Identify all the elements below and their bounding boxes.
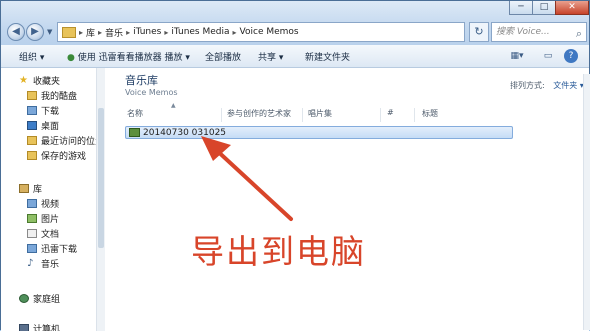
music-icon: ♪ — [27, 259, 37, 268]
view-options-icon[interactable]: ▦▾ — [506, 49, 528, 63]
search-input[interactable]: 搜索 Voice... ⌕ — [491, 22, 587, 42]
column-divider[interactable] — [302, 108, 303, 122]
column-header-album[interactable]: 唱片集 — [308, 108, 332, 122]
nav-label: 保存的游戏 — [41, 149, 86, 162]
nav-label: 桌面 — [41, 119, 59, 132]
star-icon: ★ — [19, 76, 29, 85]
play-with-label: 使用 迅雷看看播放器 播放 ▾ — [78, 53, 190, 63]
column-divider[interactable] — [221, 108, 222, 122]
back-button[interactable]: ◀ — [7, 23, 25, 41]
nav-item[interactable]: 视频 — [27, 197, 59, 209]
search-icon[interactable]: ⌕ — [576, 25, 582, 42]
nav-item[interactable]: 下载 — [27, 104, 59, 116]
address-bar[interactable]: ▸ 库 ▸ 音乐 ▸ iTunes ▸ iTunes Media ▸ Voice… — [57, 22, 465, 42]
export-caption: 导出到电脑 — [191, 225, 366, 273]
nav-homegroup[interactable]: 家庭组 — [19, 292, 60, 304]
nav-label: 下载 — [41, 104, 59, 117]
share-button[interactable]: 共享 ▾ — [258, 50, 283, 63]
homegroup-icon — [19, 294, 29, 303]
history-dropdown-icon[interactable]: ▼ — [47, 28, 52, 36]
nav-item[interactable]: 文档 — [27, 227, 59, 239]
close-button[interactable]: ✕ — [555, 1, 589, 15]
nav-item[interactable]: 保存的游戏 — [27, 149, 86, 161]
search-placeholder: 搜索 Voice... — [496, 27, 550, 37]
organize-button[interactable]: 组织 ▾ — [19, 50, 44, 63]
nav-label: 库 — [33, 182, 42, 195]
nav-label: 我的酷盘 — [41, 89, 77, 102]
column-header-number[interactable]: # — [387, 108, 394, 122]
nav-item[interactable]: 我的酷盘 — [27, 89, 77, 101]
folder-icon — [62, 27, 76, 38]
column-divider[interactable] — [414, 108, 415, 122]
file-row[interactable]: 20140730 031025 — [125, 126, 513, 139]
column-divider[interactable] — [380, 108, 381, 122]
scroll-thumb[interactable] — [98, 108, 104, 248]
nav-libraries[interactable]: 库 — [19, 182, 42, 194]
nav-favorites[interactable]: ★ 收藏夹 — [19, 74, 60, 86]
play-all-button[interactable]: 全部播放 — [205, 50, 241, 63]
chevron-right-icon: ▸ — [126, 28, 130, 37]
column-header-artist[interactable]: 参与创作的艺术家 — [227, 108, 291, 122]
nav-item[interactable]: 桌面 — [27, 119, 59, 131]
nav-label: 音乐 — [41, 257, 59, 270]
thunder-download-icon — [27, 244, 37, 253]
document-icon — [27, 229, 37, 238]
chevron-right-icon: ▸ — [164, 28, 168, 37]
new-folder-button[interactable]: 新建文件夹 — [305, 50, 350, 63]
preview-pane-icon[interactable]: ▭ — [540, 49, 556, 63]
maximize-button[interactable]: □ — [532, 1, 556, 15]
title-bar: ─ □ ✕ ◀ ▶ ▼ ▸ 库 ▸ 音乐 ▸ iTunes ▸ iTunes M… — [1, 1, 589, 45]
nav-label: 迅雷下载 — [41, 242, 77, 255]
command-bar: 组织 ▾ ● 使用 迅雷看看播放器 播放 ▾ 全部播放 共享 ▾ 新建文件夹 ▦… — [1, 45, 589, 68]
nav-item[interactable]: ♪ 音乐 — [27, 257, 59, 269]
nav-label: 视频 — [41, 197, 59, 210]
nav-item[interactable]: 迅雷下载 — [27, 242, 77, 254]
breadcrumb-item[interactable]: 音乐 — [105, 26, 123, 39]
explorer-window: ─ □ ✕ ◀ ▶ ▼ ▸ 库 ▸ 音乐 ▸ iTunes ▸ iTunes M… — [0, 0, 590, 330]
column-header-title[interactable]: 标题 — [422, 108, 438, 122]
file-list-pane: 音乐库 Voice Memos 排列方式: 文件夹 ▾ 名称 ▲ 参与创作的艺术… — [105, 68, 589, 331]
navigation-pane: ★ 收藏夹 我的酷盘 下载 桌面 最近访问的位置 保存的游戏 库 — [1, 68, 105, 331]
refresh-icon[interactable]: ↻ — [469, 22, 489, 42]
play-with-button[interactable]: ● 使用 迅雷看看播放器 播放 ▾ — [67, 50, 190, 63]
chevron-right-icon: ▸ — [79, 28, 83, 37]
nav-label: 最近访问的位置 — [41, 134, 104, 147]
nav-item[interactable]: 图片 — [27, 212, 59, 224]
arrange-value[interactable]: 文件夹 ▾ — [553, 81, 584, 90]
breadcrumb-item[interactable]: Voice Memos — [240, 27, 299, 37]
recent-places-icon — [27, 136, 37, 145]
nav-label: 家庭组 — [33, 292, 60, 305]
library-title: 音乐库 — [125, 72, 158, 88]
nav-label: 收藏夹 — [33, 74, 60, 87]
arrange-by[interactable]: 排列方式: 文件夹 ▾ — [510, 80, 584, 91]
help-icon[interactable]: ? — [564, 49, 578, 63]
breadcrumb-item[interactable]: 库 — [86, 26, 95, 39]
video-icon — [27, 199, 37, 208]
breadcrumb-item[interactable]: iTunes Media — [171, 27, 229, 37]
forward-button[interactable]: ▶ — [26, 23, 44, 41]
library-subtitle: Voice Memos — [125, 88, 178, 97]
audio-file-icon — [129, 128, 140, 137]
saved-games-icon — [27, 151, 37, 160]
nav-scrollbar[interactable] — [96, 68, 105, 331]
arrange-label: 排列方式: — [510, 81, 545, 90]
download-icon — [27, 106, 37, 115]
chevron-right-icon: ▸ — [98, 28, 102, 37]
content-scrollbar[interactable] — [583, 74, 590, 330]
library-icon — [19, 184, 29, 193]
picture-icon — [27, 214, 37, 223]
chevron-right-icon: ▸ — [233, 28, 237, 37]
sort-indicator-icon: ▲ — [171, 102, 176, 109]
nav-item[interactable]: 最近访问的位置 — [27, 134, 104, 146]
desktop-icon — [27, 121, 37, 130]
red-arrow-annotation — [191, 131, 301, 226]
minimize-button[interactable]: ─ — [509, 1, 533, 15]
breadcrumb-item[interactable]: iTunes — [133, 27, 161, 37]
folder-icon — [27, 91, 37, 100]
column-header-name[interactable]: 名称 — [127, 108, 143, 122]
play-icon: ● — [67, 53, 75, 63]
nav-label: 文档 — [41, 227, 59, 240]
nav-label: 图片 — [41, 212, 59, 225]
